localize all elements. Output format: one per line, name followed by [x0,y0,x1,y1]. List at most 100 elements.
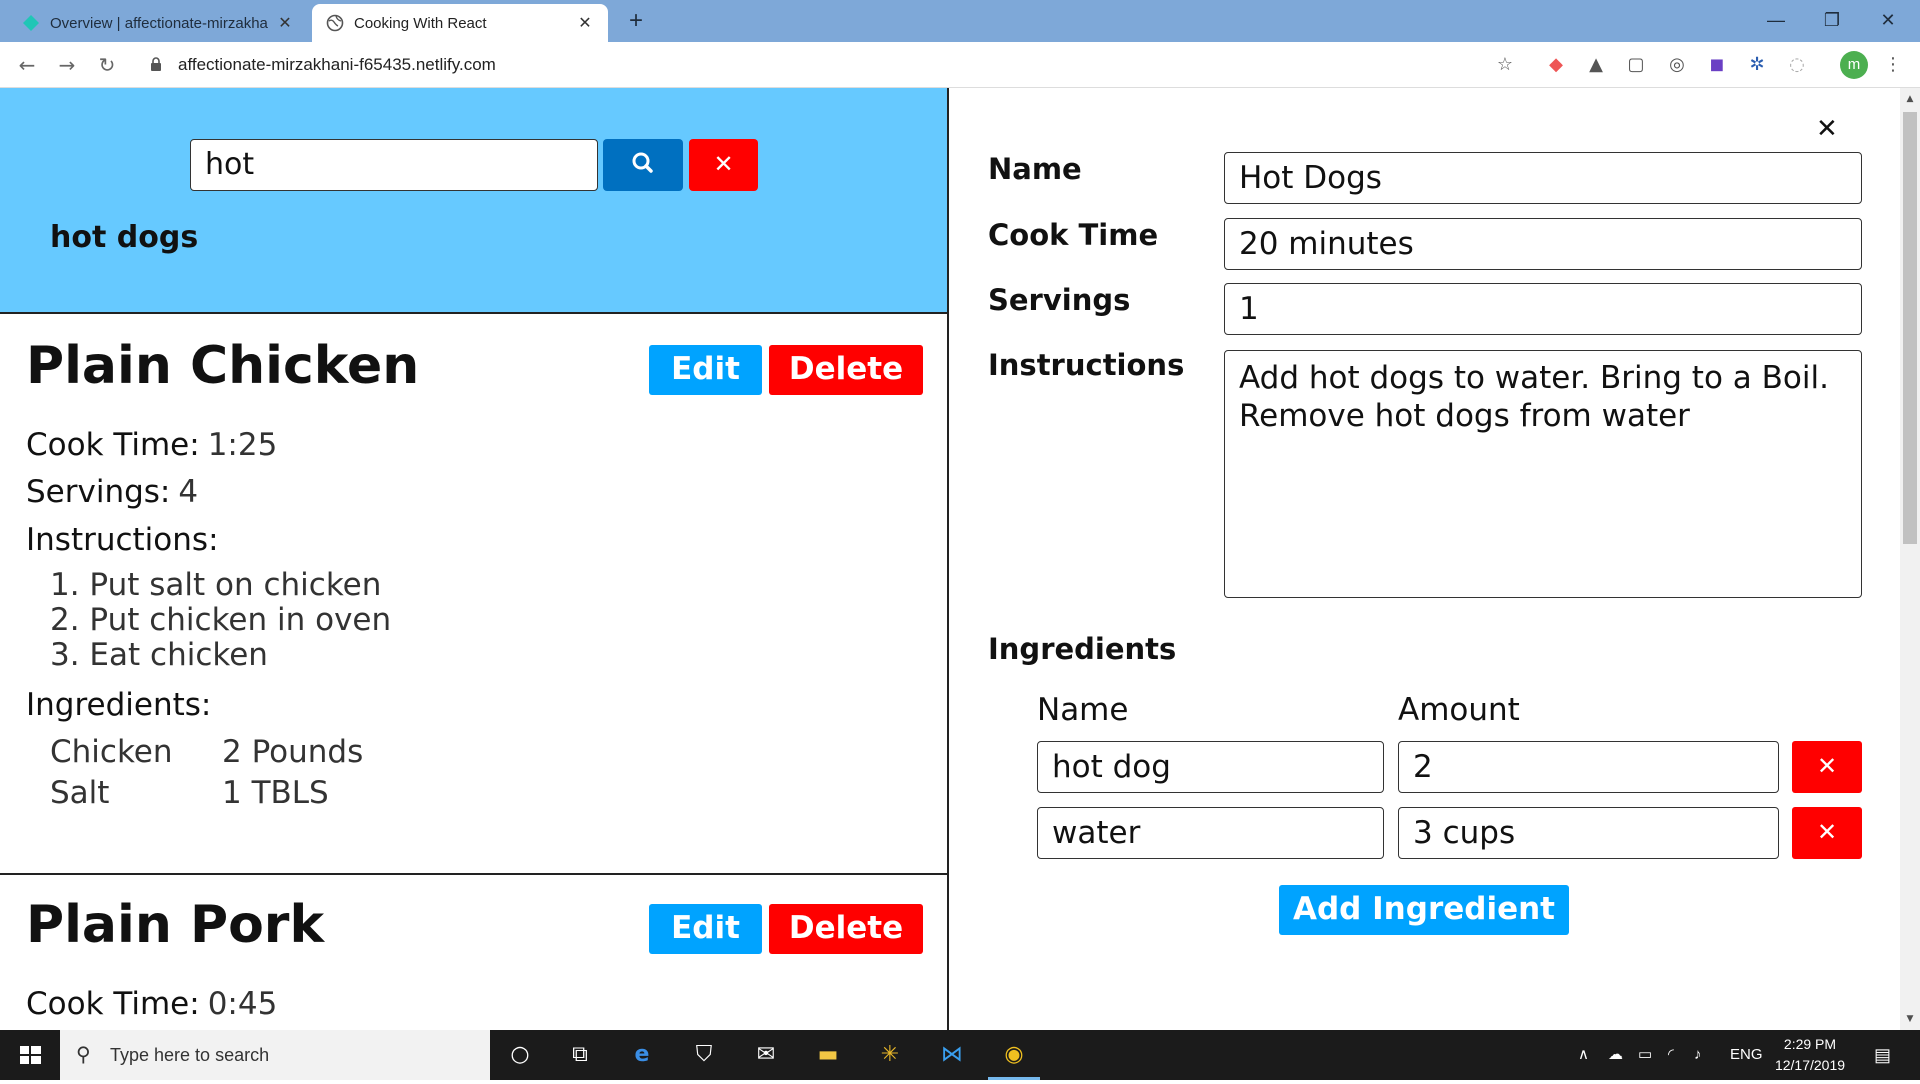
wifi-icon[interactable]: ◜ [1668,1030,1674,1080]
tab-overview[interactable]: Overview | affectionate-mirzakha ✕ [8,4,308,42]
menu-icon[interactable]: ⋮ [1880,52,1906,78]
close-icon: ✕ [713,150,734,178]
address-bar[interactable]: affectionate-mirzakhani-f65435.netlify.c… [138,48,1518,82]
close-window-button[interactable]: ✕ [1860,0,1916,42]
ingredient-amount: 2 Pounds [222,734,364,770]
chrome-icon[interactable]: ◉ [984,1030,1044,1080]
recipe-title: Plain Chicken [26,336,420,396]
back-arrow-icon[interactable]: ← [12,50,42,80]
instructions-textarea[interactable]: Add hot dogs to water. Bring to a Boil. … [1224,350,1862,598]
cook-time-row: Cook Time: 0:45 [26,986,277,1022]
clock[interactable]: 2:29 PM 12/17/2019 [1770,1034,1850,1076]
cook-time-label: Cook Time [988,218,1159,252]
search-button[interactable] [603,139,683,191]
taskbar-search[interactable]: ⚲ Type here to search [60,1030,490,1080]
volume-icon[interactable]: ♪ [1694,1030,1702,1080]
search-result-item[interactable]: hot dogs [50,220,198,255]
tab-cooking-with-react[interactable]: Cooking With React ✕ [312,4,608,42]
close-icon: ✕ [1816,818,1838,846]
mail-icon[interactable]: ✉ [736,1030,796,1080]
tab-title: Cooking With React [354,14,487,32]
cook-time-value: 1:25 [207,427,278,463]
pocket-icon[interactable]: ◼ [1704,52,1730,78]
scroll-down-arrow-icon[interactable]: ▼ [1900,1010,1920,1028]
cook-time-label: Cook Time: [26,427,200,463]
recipe-title: Plain Pork [26,895,325,955]
close-editor-button[interactable]: ✕ [1816,114,1838,144]
drive-icon[interactable]: ▲ [1583,52,1609,78]
avatar[interactable]: m [1840,51,1868,79]
instruction-step: 3. Eat chicken [50,637,268,673]
delete-button[interactable]: Delete [769,345,923,395]
clear-search-button[interactable]: ✕ [689,139,758,191]
forward-arrow-icon[interactable]: → [52,50,82,80]
ingredient-name-input[interactable]: hot dog [1037,741,1384,793]
tab-close-icon[interactable]: ✕ [576,13,594,33]
ingredient-name: Chicken [50,734,173,770]
extension-icon[interactable]: ◆ [1543,52,1569,78]
battery-icon[interactable]: ▭ [1638,1030,1652,1080]
tab-close-icon[interactable]: ✕ [276,13,294,33]
screenshot-icon[interactable]: ▢ [1623,52,1649,78]
extension-icon[interactable]: ◎ [1664,52,1690,78]
task-view-icon[interactable]: ⧉ [550,1030,610,1080]
ingredient-amount-input[interactable]: 2 [1398,741,1779,793]
servings-row: Servings: 4 [26,474,198,510]
cook-time-row: Cook Time: 1:25 [26,427,277,463]
instructions-label: Instructions: [26,522,219,558]
name-label: Name [988,152,1082,186]
remove-ingredient-button[interactable]: ✕ [1792,741,1862,793]
clock-time: 2:29 PM [1783,1036,1837,1052]
name-field[interactable]: Hot Dogs [1224,152,1862,204]
remove-ingredient-button[interactable]: ✕ [1792,807,1862,859]
cook-time-value: 0:45 [207,986,278,1022]
ingredient-name-input[interactable]: water [1037,807,1384,859]
servings-field[interactable]: 1 [1224,283,1862,335]
onedrive-icon[interactable]: ☁ [1608,1030,1623,1080]
restore-button[interactable]: ❐ [1804,0,1860,42]
cook-time-field[interactable]: 20 minutes [1224,218,1862,270]
url-text: affectionate-mirzakhani-f65435.netlify.c… [178,55,496,74]
edge-icon[interactable]: e [612,1030,672,1080]
edit-button[interactable]: Edit [649,345,762,395]
language-indicator[interactable]: ENG [1730,1030,1763,1080]
edit-button[interactable]: Edit [649,904,762,954]
clock-date: 12/17/2019 [1774,1057,1846,1073]
new-tab-button[interactable]: + [622,8,650,36]
ingredient-amount-input[interactable]: 3 cups [1398,807,1779,859]
browser-toolbar: ← → ↻ affectionate-mirzakhani-f65435.net… [0,42,1920,88]
star-icon[interactable]: ☆ [1492,52,1518,78]
react-devtools-icon[interactable]: ✲ [1744,52,1770,78]
instructions-label: Instructions [988,348,1185,382]
add-ingredient-button[interactable]: Add Ingredient [1279,885,1569,935]
scroll-up-arrow-icon[interactable]: ▲ [1900,90,1920,108]
reload-icon[interactable]: ↻ [92,50,122,80]
servings-label: Servings [988,283,1131,317]
start-button[interactable] [0,1030,60,1080]
taskbar-search-placeholder: Type here to search [110,1045,270,1065]
file-explorer-icon[interactable]: ▬ [798,1030,858,1080]
instruction-step: 1. Put salt on chicken [50,567,382,603]
tab-title: Overview | affectionate-mirzakha [50,14,268,32]
search-input[interactable]: hot [190,139,598,191]
instruction-step: 2. Put chicken in oven [50,602,392,638]
extension-icon[interactable]: ◌ [1784,52,1810,78]
notifications-icon[interactable]: ▤ [1874,1030,1891,1080]
vscode-icon[interactable]: ⋈ [922,1030,982,1080]
recipe-card: Plain Pork Edit Delete Cook Time: 0:45 [0,875,947,1030]
tray-chevron-icon[interactable]: ∧ [1578,1030,1589,1080]
recipe-card: Plain Chicken Edit Delete Cook Time: 1:25… [0,316,947,960]
ingredient-amount-header: Amount [1398,692,1520,728]
minimize-button[interactable]: — [1748,0,1804,42]
cook-time-label: Cook Time: [26,986,200,1022]
slack-icon[interactable]: ✳ [860,1030,920,1080]
ingredient-name: Salt [50,775,110,811]
delete-button[interactable]: Delete [769,904,923,954]
instructions-list: 1. Put salt on chicken 2. Put chicken in… [50,568,391,673]
browser-tab-bar: Overview | affectionate-mirzakha ✕ Cooki… [0,0,1920,42]
ingredients-heading: Ingredients [988,632,1177,666]
scrollbar-thumb[interactable] [1903,112,1917,544]
cortana-icon[interactable]: ○ [490,1030,550,1080]
store-icon[interactable]: ⛉ [674,1030,734,1080]
search-icon [632,152,653,173]
